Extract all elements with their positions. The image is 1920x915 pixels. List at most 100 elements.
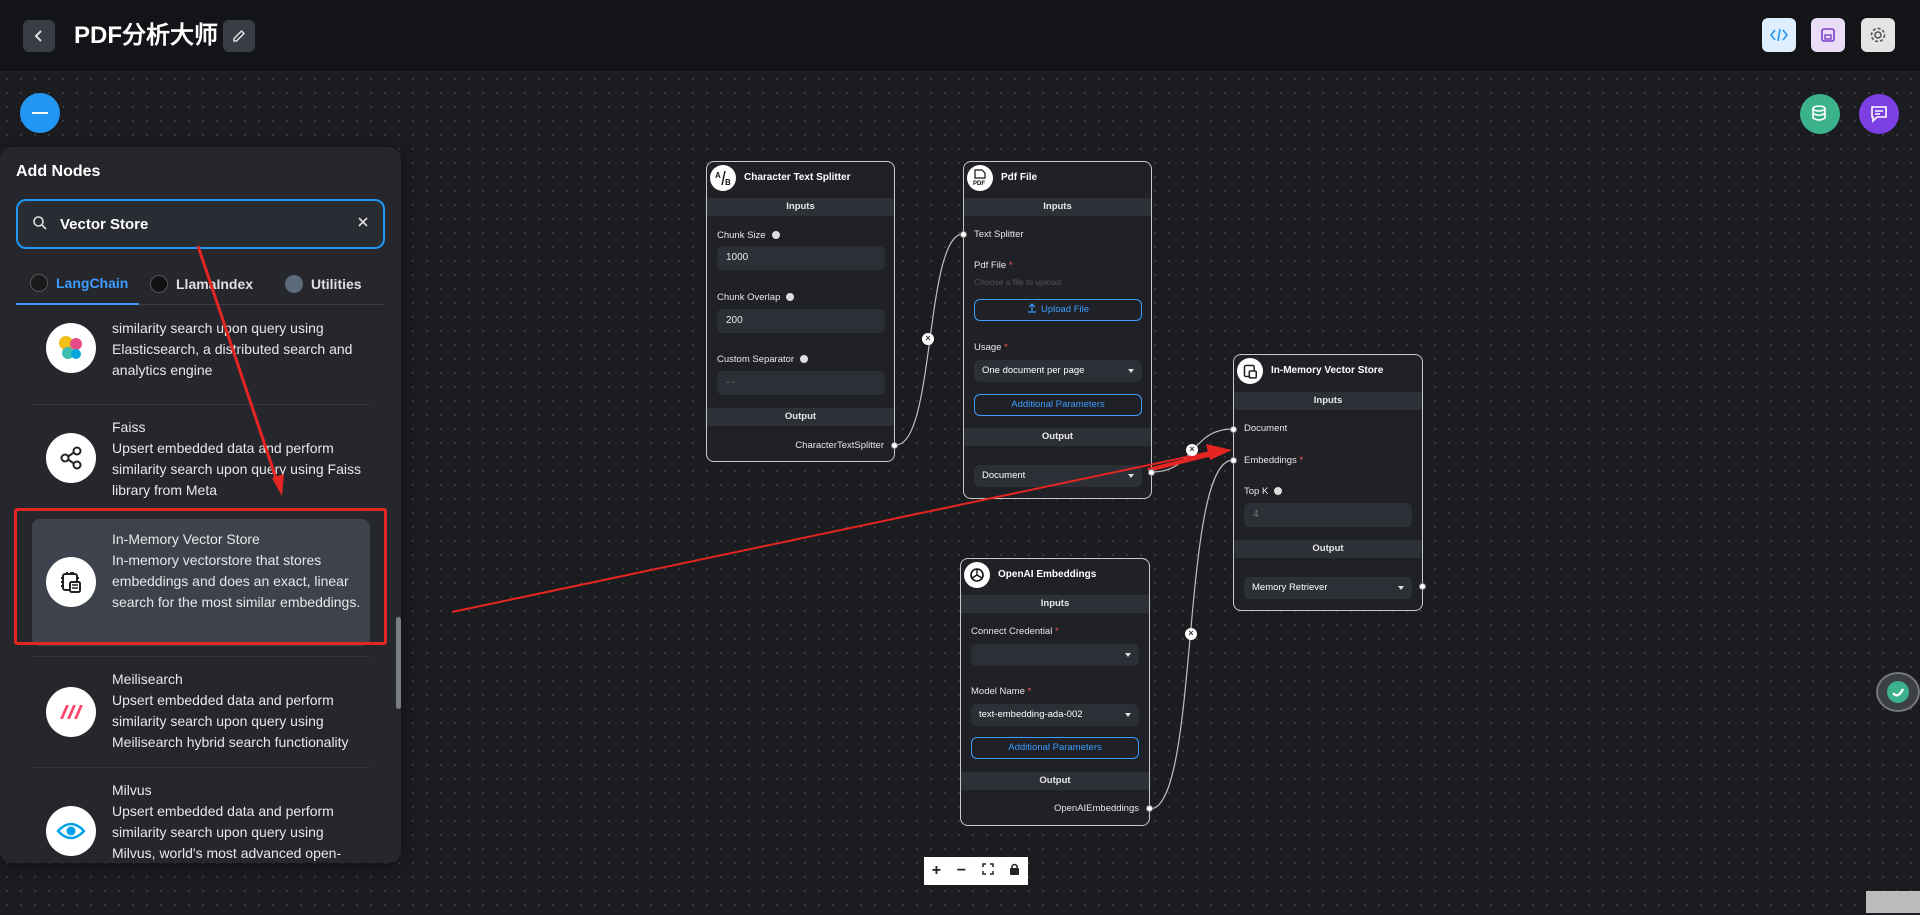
output-select[interactable]: Memory Retriever	[1244, 577, 1412, 599]
additional-parameters-button[interactable]: Additional Parameters	[971, 737, 1139, 759]
chunk-overlap-input[interactable]: 200	[717, 309, 885, 333]
inputs-header: Inputs	[1234, 392, 1422, 410]
output-header: Output	[1234, 540, 1422, 558]
floating-assistant-icon[interactable]	[1876, 672, 1920, 712]
list-scrollbar[interactable]	[396, 617, 401, 709]
edge-delete-button[interactable]: ×	[1186, 444, 1198, 456]
elasticsearch-icon	[46, 323, 96, 373]
list-item-milvus[interactable]: Milvus Upsert embedded data and perform …	[32, 767, 370, 863]
chat-button[interactable]	[1859, 94, 1899, 134]
node-title: Pdf File	[1001, 172, 1038, 183]
chat-icon	[1871, 106, 1887, 123]
search-box	[16, 199, 385, 249]
output-handle-openai[interactable]	[1146, 805, 1153, 812]
output-select[interactable]: Document	[974, 465, 1142, 487]
output-header: Output	[964, 428, 1151, 446]
node-in-memory-vector-store[interactable]: In-Memory Vector Store Inputs Document E…	[1233, 354, 1423, 611]
custom-separator-label: Custom Separator	[717, 354, 795, 365]
edge-delete-button[interactable]: ×	[922, 333, 934, 345]
inputs-header: Inputs	[964, 198, 1151, 216]
tab-utilities[interactable]: Utilities	[285, 263, 385, 305]
api-code-button[interactable]	[1762, 18, 1796, 52]
info-icon[interactable]	[786, 293, 795, 302]
lock-button[interactable]	[1009, 863, 1020, 879]
text-splitter-label: Text Splitter	[974, 229, 1024, 240]
chunk-size-label: Chunk Size	[717, 230, 766, 241]
usage-label: Usage	[974, 342, 1002, 353]
info-icon[interactable]	[1274, 487, 1283, 496]
item-description: Upsert embedded data and perform similar…	[112, 803, 342, 861]
close-icon[interactable]	[357, 216, 369, 228]
database-icon	[1812, 105, 1826, 121]
zoom-out-button[interactable]: −	[957, 863, 966, 879]
node-title: Character Text Splitter	[744, 172, 851, 183]
additional-parameters-button[interactable]: Additional Parameters	[974, 394, 1142, 416]
svg-text:B: B	[725, 178, 731, 187]
chunk-size-input[interactable]: 1000	[717, 246, 885, 270]
item-description: similarity search upon query using Elast…	[112, 320, 353, 378]
meilisearch-icon	[46, 687, 96, 737]
chunk-overlap-label: Chunk Overlap	[717, 292, 781, 303]
credential-select[interactable]	[971, 644, 1139, 666]
output-handle-memory[interactable]	[1419, 583, 1426, 590]
info-icon[interactable]	[771, 231, 780, 240]
input-handle-embeddings[interactable]	[1230, 457, 1237, 464]
info-icon[interactable]	[800, 355, 809, 364]
node-character-text-splitter[interactable]: AB Character Text Splitter Inputs Chunk …	[706, 161, 895, 462]
node-openai-embeddings[interactable]: OpenAI Embeddings Inputs Connect Credent…	[960, 558, 1150, 826]
inputs-header: Inputs	[707, 198, 894, 216]
node-category-tabs: LangChain LlamaIndex Utilities	[16, 263, 385, 305]
collapse-add-nodes-button[interactable]	[20, 93, 60, 133]
node-title: OpenAI Embeddings	[998, 569, 1097, 580]
save-icon	[1821, 28, 1835, 42]
svg-text:A: A	[715, 171, 721, 180]
gear-icon	[1870, 27, 1886, 43]
pdf-file-placeholder: Choose a file to upload	[974, 277, 1061, 287]
item-name: Faiss	[112, 419, 146, 435]
zoom-controls: + −	[924, 857, 1028, 885]
top-bar: PDF分析大师	[0, 0, 1920, 72]
top-k-input[interactable]: 4	[1244, 503, 1412, 527]
back-button[interactable]	[23, 20, 55, 52]
tab-langchain[interactable]: LangChain	[16, 263, 139, 305]
list-item-meilisearch[interactable]: Meilisearch Upsert embedded data and per…	[32, 656, 370, 766]
usage-select[interactable]: One document per page	[974, 360, 1142, 382]
search-input[interactable]	[60, 213, 340, 235]
llamaindex-icon	[150, 275, 168, 293]
output-name: CharacterTextSplitter	[795, 440, 884, 451]
code-icon	[1770, 28, 1788, 42]
custom-separator-input[interactable]: - -	[717, 371, 885, 395]
input-handle-text-splitter[interactable]	[960, 231, 967, 238]
tab-llamaindex[interactable]: LlamaIndex	[150, 263, 260, 305]
upsert-vector-button[interactable]	[1800, 94, 1840, 134]
model-name-select[interactable]: text-embedding-ada-002	[971, 704, 1139, 726]
embeddings-label: Embeddings	[1244, 455, 1297, 466]
zoom-in-button[interactable]: +	[932, 863, 941, 879]
flow-title: PDF分析大师	[74, 22, 218, 49]
chevron-down-icon	[1128, 474, 1134, 478]
output-header: Output	[707, 408, 894, 426]
pdf-icon: PDF	[967, 165, 993, 191]
edge-delete-button[interactable]: ×	[1185, 628, 1197, 640]
node-pdf-file[interactable]: PDF Pdf File Inputs Text Splitter Pdf Fi…	[963, 161, 1152, 499]
item-name: Meilisearch	[112, 671, 183, 687]
save-button[interactable]	[1811, 18, 1845, 52]
edit-title-button[interactable]	[223, 20, 255, 52]
chevron-down-icon	[1125, 653, 1131, 657]
list-item-faiss[interactable]: Faiss Upsert embedded data and perform s…	[32, 404, 370, 509]
top-k-label: Top K	[1244, 486, 1269, 497]
inputs-header: Inputs	[961, 595, 1149, 613]
document-label: Document	[1244, 423, 1288, 434]
list-item-elasticsearch[interactable]: similarity search upon query using Elast…	[32, 317, 370, 403]
fit-view-button[interactable]	[981, 863, 994, 879]
upload-file-button[interactable]: Upload File	[974, 299, 1142, 321]
connect-credential-label: Connect Credential	[971, 626, 1053, 637]
output-handle-pdf[interactable]	[1148, 469, 1155, 476]
faiss-icon	[46, 433, 96, 483]
upload-icon	[1027, 303, 1036, 313]
item-description: Upsert embedded data and perform similar…	[112, 692, 349, 750]
output-handle-splitter[interactable]	[891, 442, 898, 449]
settings-button[interactable]	[1861, 18, 1895, 52]
input-handle-document[interactable]	[1230, 426, 1237, 433]
search-icon	[33, 216, 47, 230]
